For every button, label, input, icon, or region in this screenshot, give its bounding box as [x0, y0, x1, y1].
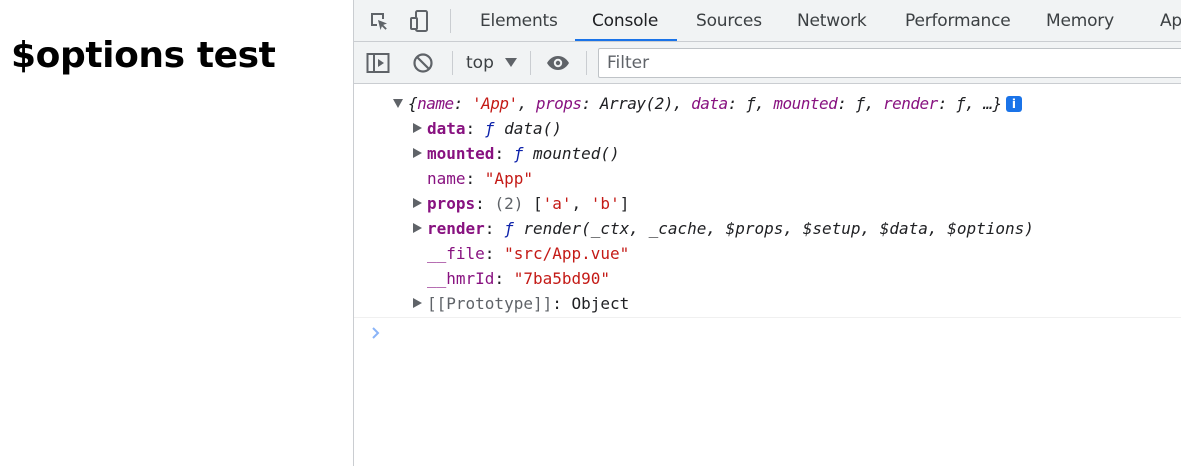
- console-output: {name: 'App', props: Array(2), data: ƒ, …: [354, 84, 1181, 466]
- toolbar-divider-2: [530, 51, 531, 75]
- device-toolbar-icon[interactable]: [408, 9, 432, 33]
- expand-triangle-icon[interactable]: [413, 123, 422, 133]
- message-divider: [354, 317, 1181, 318]
- expand-triangle-icon[interactable]: [413, 223, 422, 233]
- expand-triangle-icon[interactable]: [413, 298, 422, 308]
- chevron-down-icon[interactable]: [505, 58, 517, 67]
- collapse-triangle-icon[interactable]: [393, 99, 403, 108]
- info-icon[interactable]: i: [1005, 96, 1022, 112]
- expand-triangle-icon[interactable]: [413, 198, 422, 208]
- tab-elements[interactable]: Elements: [480, 0, 558, 41]
- property-render[interactable]: render: ƒ render(_ctx, _cache, $props, $…: [427, 216, 1034, 241]
- console-toolbar: top: [354, 42, 1181, 84]
- active-tab-indicator: [575, 39, 677, 41]
- property-props[interactable]: props: (2) ['a', 'b']: [427, 191, 629, 216]
- property-file: __file: "src/App.vue": [427, 244, 630, 263]
- devtools-tabbar: Elements Console Sources Network Perform…: [354, 0, 1181, 42]
- filter-input[interactable]: [598, 48, 1181, 78]
- context-selector[interactable]: top: [466, 51, 494, 75]
- property-data[interactable]: data: ƒ data(): [427, 116, 562, 141]
- toolbar-divider: [452, 51, 453, 75]
- show-sidebar-icon[interactable]: [366, 51, 390, 75]
- toolbar-divider-3: [586, 51, 587, 75]
- tab-performance[interactable]: Performance: [905, 0, 1011, 41]
- tab-network[interactable]: Network: [797, 0, 867, 41]
- clear-console-icon[interactable]: [411, 51, 435, 75]
- page-title: $options test: [11, 35, 276, 76]
- tab-application[interactable]: Application: [1160, 0, 1181, 41]
- property-name: name: "App": [427, 169, 533, 188]
- property-mounted[interactable]: mounted: ƒ mounted(): [427, 141, 620, 166]
- property-hmr-id: __hmrId: "7ba5bd90": [427, 269, 611, 288]
- tab-memory[interactable]: Memory: [1046, 0, 1114, 41]
- devtools-panel: Elements Console Sources Network Perform…: [353, 0, 1181, 466]
- console-prompt-chevron-icon[interactable]: [368, 325, 384, 341]
- tabbar-divider: [450, 9, 451, 33]
- inspect-element-icon[interactable]: [367, 9, 391, 33]
- tab-console[interactable]: Console: [592, 0, 658, 41]
- tab-sources[interactable]: Sources: [696, 0, 762, 41]
- live-expression-eye-icon[interactable]: [546, 51, 570, 75]
- property-prototype[interactable]: [[Prototype]]: Object: [427, 291, 629, 316]
- object-summary[interactable]: {name: 'App', props: Array(2), data: ƒ, …: [408, 91, 1022, 116]
- expand-triangle-icon[interactable]: [413, 148, 422, 158]
